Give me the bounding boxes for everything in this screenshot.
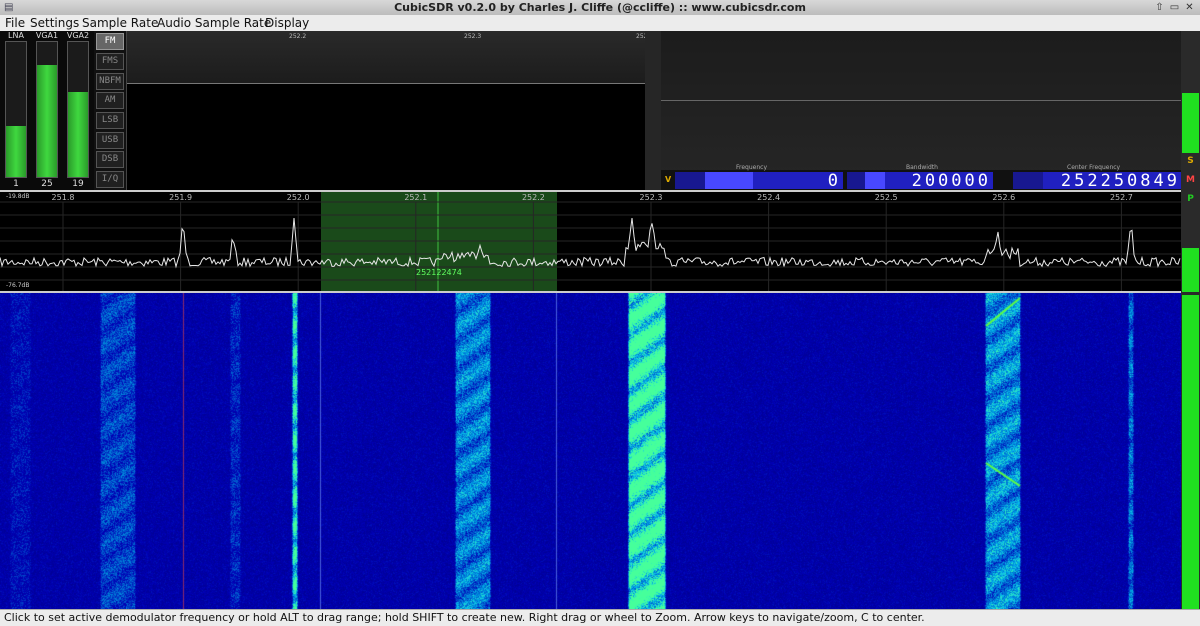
db-top-label: -19.8dB [6,193,30,200]
frequency-tick: 252.4 [757,193,781,202]
waterfall-speed-meter[interactable] [1182,295,1199,625]
gain-panel: LNA 1 VGA1 25 VGA2 19 [0,31,94,190]
center-frequency-value: 252250849 [1060,171,1180,191]
gain-fill [68,91,88,177]
spectrum-grid [0,201,1181,291]
frequency-tick: 252.5 [874,193,898,202]
frequency-digit-box [705,172,753,189]
gain-label-lna: LNA [8,31,24,40]
frequency-value: 0 [827,171,841,191]
frequency-tick: 251.8 [51,193,75,202]
window-close-button[interactable]: ✕ [1183,1,1196,14]
frequency-digit-box [675,172,705,189]
demod-spectrum[interactable]: Frequency Bandwidth Center Frequency V 0… [661,31,1181,191]
menu-audio-sample-rate[interactable]: Audio Sample Rate [157,15,271,31]
mode-button-fm[interactable]: FM [96,33,124,50]
frequency-tick: 252.1 [404,193,428,202]
demod-scope[interactable]: 252.2 252.3 252 [126,31,647,190]
window-title: CubicSDR v0.2.0 by Charles J. Cliffe (@c… [394,1,806,14]
frequency-tick: 252.0 [286,193,310,202]
mode-button-am[interactable]: AM [96,92,124,109]
gain-fill [6,125,26,177]
frequency-label: Frequency [736,164,767,171]
spectrum-trace [0,217,1181,269]
mode-button-lsb[interactable]: LSB [96,112,124,129]
frequency-tick: 252.7 [1109,193,1133,202]
spectrum-gain-meter[interactable] [1182,248,1199,292]
bandwidth-digit-box [847,172,865,189]
center-digit-box [1013,172,1043,189]
scope-tick: 252.2 [289,33,307,40]
scope-tick: 252.3 [464,33,482,40]
spectrum-baseline [661,100,1181,101]
spectrum-plot [0,192,1181,291]
selected-frequency-label: 252122474 [416,268,462,277]
squelch-label: S [1187,156,1194,166]
gain-value-vga2: 19 [72,179,84,189]
frequency-tick: 252.2 [521,193,545,202]
right-meter-bar: S M P [1181,31,1200,625]
panel-divider [645,31,661,190]
mode-button-usb[interactable]: USB [96,132,124,149]
menu-display[interactable]: Display [265,15,309,31]
peak-hold-label[interactable]: P [1181,194,1200,204]
mode-button-fms[interactable]: FMS [96,53,124,70]
gain-slider-vga1[interactable] [36,41,58,178]
title-bar: ▤ CubicSDR v0.2.0 by Charles J. Cliffe (… [0,0,1200,16]
window-maximize-button[interactable]: ▭ [1168,1,1181,14]
squelch-meter[interactable] [1182,93,1199,153]
mode-button-dsb[interactable]: DSB [96,151,124,168]
status-bar: Click to set active demodulator frequenc… [0,609,1200,626]
frequency-tick: 252.3 [639,193,663,202]
gain-value-lna: 1 [13,179,19,189]
mute-label[interactable]: M [1181,175,1200,185]
frequency-display: Frequency Bandwidth Center Frequency V 0… [661,164,1181,191]
gain-slider-lna[interactable] [5,41,27,178]
frequency-digits[interactable]: 0 [753,171,843,191]
menu-settings[interactable]: Settings [30,15,79,31]
demod-mode-panel: FM FMS NBFM AM LSB USB DSB I/Q [94,31,126,190]
center-frequency-digits[interactable]: 252250849 [1043,171,1181,191]
gain-label-vga2: VGA2 [66,31,90,40]
window-shade-button[interactable]: ⇧ [1153,1,1166,14]
gain-slider-vga2[interactable] [67,41,89,178]
gain-fill [37,64,57,177]
gain-label-vga1: VGA1 [35,31,59,40]
db-bottom-label: -76.7dB [6,282,30,289]
status-text: Click to set active demodulator frequenc… [4,611,925,624]
bandwidth-digits[interactable]: 200000 [885,171,993,191]
menu-bar: File Settings Sample Rate Audio Sample R… [0,15,1200,32]
bandwidth-value: 200000 [911,171,991,191]
volume-label: V [665,175,672,184]
frequency-tick: 251.9 [169,193,193,202]
mode-button-iq[interactable]: I/Q [96,171,124,188]
main-spectrum[interactable]: -19.8dB -76.7dB 252122474 251.8 251.9 252.… [0,190,1181,293]
center-frequency-label: Center Frequency [1067,164,1121,171]
menu-sample-rate[interactable]: Sample Rate [82,15,158,31]
frequency-tick: 252.6 [992,193,1016,202]
waterfall-canvas [0,293,1181,609]
bandwidth-digit-box [865,172,885,189]
demod-waveform: 252.2 252.3 252 [127,31,647,84]
mode-button-nbfm[interactable]: NBFM [96,73,124,90]
bandwidth-label: Bandwidth [906,164,938,171]
gain-value-vga1: 25 [41,179,53,189]
waterfall-display[interactable] [0,293,1181,609]
menu-file[interactable]: File [5,15,25,31]
